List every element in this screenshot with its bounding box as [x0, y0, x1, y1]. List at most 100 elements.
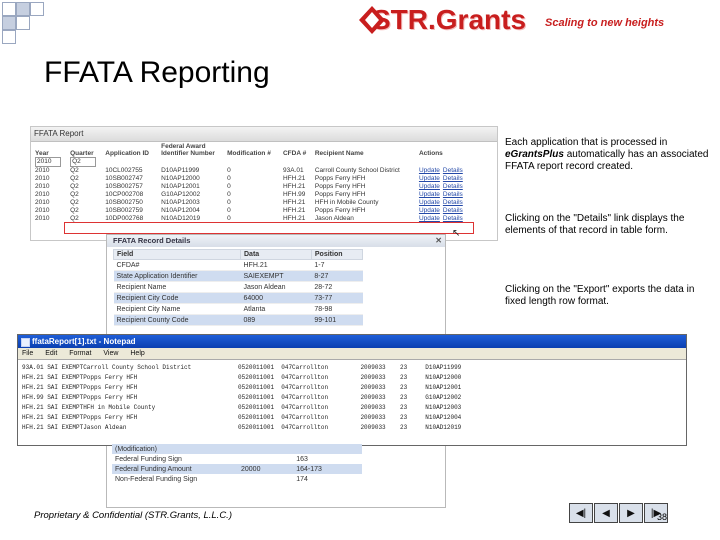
table-cell: 10SB002747 [105, 175, 143, 182]
menu-help[interactable]: Help [130, 350, 144, 357]
year-filter-select[interactable]: 2010 [35, 157, 61, 167]
actions-cell: Update Details [417, 167, 473, 175]
table-cell: HFH.21 [282, 183, 306, 190]
table-cell: Federal Funding Amount [112, 464, 238, 474]
table-cell: Atlanta [240, 303, 312, 315]
table-row: Recipient County Code 089 99-101 [113, 314, 363, 326]
description-details-link: Clicking on the "Details" link displays … [505, 213, 685, 236]
logo-text: STR.Grants [372, 4, 527, 35]
first-slide-icon[interactable]: ◀| [569, 503, 593, 523]
table-row: 2010 Q2 10SB002757 N10AP12001 0 HFH.21 Popps F… [33, 183, 473, 191]
menu-view[interactable]: View [103, 350, 118, 357]
table-cell: 10SB002759 [105, 207, 143, 214]
table-cell: 64000 [240, 292, 312, 304]
table-cell: 99-101 [311, 314, 363, 326]
mouse-cursor-icon: ↖ [452, 228, 461, 239]
update-link[interactable]: Update [419, 215, 440, 222]
table-row: 2010 Q2 10SB002759 N10AP12004 0 HFH.21 Popps F… [33, 207, 473, 215]
table-cell: HFH.21 [282, 207, 306, 214]
page-number: 38 [657, 512, 668, 522]
table-cell: 0 [227, 183, 231, 190]
table-row: Recipient City Code 64000 73-77 [113, 292, 363, 304]
col-recipient-name: Recipient Name [314, 150, 364, 157]
table-cell: Recipient County Code [113, 314, 241, 326]
notepad-line: 93A.01 SAI EXEMPTCarroll County School D… [22, 364, 462, 371]
notepad-window: ffataReport[1].txt - Notepad File Edit F… [17, 334, 687, 446]
previous-slide-icon[interactable]: ◀ [594, 503, 618, 523]
desc-text: Each application that is processed in [505, 137, 668, 148]
col-actions: Actions [418, 150, 443, 157]
table-cell: 78-98 [311, 303, 363, 315]
table-row: Recipient City Name Atlanta 78-98 [113, 303, 363, 315]
details-link[interactable]: Details [443, 207, 463, 214]
actions-cell: Update Details [417, 199, 473, 207]
table-cell: 089 [240, 314, 312, 326]
table-cell: D10AP11999 [161, 167, 200, 174]
description-auto-record: Each application that is processed in eG… [505, 137, 715, 173]
report-table: Year Quarter Application ID Federal Awar… [33, 143, 473, 223]
table-cell: 2010 [35, 191, 50, 198]
col-award-id: Federal Award Identifier Number [161, 143, 215, 157]
close-icon[interactable]: ✕ [435, 235, 442, 247]
col-quarter: Quarter [70, 150, 94, 157]
table-cell: 8-27 [311, 270, 363, 282]
notepad-line: HFH.99 SAI EXEMPTPopps Ferry HFH 0520011… [22, 394, 462, 401]
update-link[interactable]: Update [419, 207, 440, 214]
decor-square [16, 2, 30, 16]
col-application-id: Application ID [105, 150, 149, 157]
table-row: 2010 Q2 10CP002708 G10AP12002 0 HFH.99 Popps F… [33, 191, 473, 199]
update-link[interactable]: Update [419, 167, 440, 174]
col-data: Data [240, 249, 312, 260]
ffata-report-window: FFATA Report Year Quarter Application ID… [30, 126, 498, 241]
table-cell: HFH.21 [240, 259, 312, 271]
details-link[interactable]: Details [443, 199, 463, 206]
next-slide-icon[interactable]: ▶ [619, 503, 643, 523]
table-cell: G10AP12002 [161, 191, 201, 198]
details-window-title: FFATA Record Details ✕ [107, 235, 445, 247]
table-cell: Recipient City Name [113, 303, 241, 315]
details-link[interactable]: Details [443, 215, 463, 222]
update-link[interactable]: Update [419, 175, 440, 182]
table-cell: 2010 [35, 183, 50, 190]
table-cell: 2010 [35, 199, 50, 206]
update-link[interactable]: Update [419, 199, 440, 206]
update-link[interactable]: Update [419, 191, 440, 198]
table-cell: HFH.21 [282, 175, 306, 182]
col-field: Field [113, 249, 241, 260]
details-link[interactable]: Details [443, 183, 463, 190]
actions-cell: Update Details [417, 175, 473, 183]
update-link[interactable]: Update [419, 183, 440, 190]
details-link[interactable]: Details [443, 175, 463, 182]
table-cell [238, 454, 293, 464]
description-export: Clicking on the "Export" exports the dat… [505, 284, 695, 307]
actions-cell: Update Details [417, 183, 473, 191]
table-cell: Popps Ferry HFH [314, 191, 366, 198]
details-table: Field Data Position CFDA# HFH.21 1-7 State … [113, 249, 364, 326]
notepad-text-area[interactable]: 93A.01 SAI EXEMPTCarroll County School D… [18, 360, 686, 436]
table-cell: Q2 [70, 175, 79, 182]
col-year: Year [35, 150, 49, 157]
details-link[interactable]: Details [443, 167, 463, 174]
table-cell: Q2 [70, 167, 79, 174]
actions-cell: Update Details [417, 207, 473, 215]
menu-format[interactable]: Format [69, 350, 91, 357]
table-row: CFDA# HFH.21 1-7 [113, 259, 363, 271]
menu-edit[interactable]: Edit [45, 350, 57, 357]
brand-plus: Plus [542, 149, 564, 160]
actions-cell: Update Details [417, 191, 473, 199]
details-link[interactable]: Details [443, 191, 463, 198]
table-cell: 2010 [35, 207, 50, 214]
notepad-line: HFH.21 SAI EXEMPTHFH in Mobile County 05… [22, 404, 462, 411]
table-cell: 164-173 [293, 464, 362, 474]
decor-square [2, 30, 16, 44]
notepad-menubar: File Edit Format View Help [18, 348, 686, 360]
table-cell: CFDA# [113, 259, 241, 271]
menu-file[interactable]: File [22, 350, 33, 357]
decor-square [16, 16, 30, 30]
table-cell: 2010 [35, 175, 50, 182]
table-cell: N10AP12000 [161, 175, 200, 182]
quarter-filter-select[interactable]: Q2 [70, 157, 97, 167]
selected-row-highlight [64, 222, 474, 234]
table-row: Recipient Name Jason Aldean 28-72 [113, 281, 363, 293]
table-cell: Popps Ferry HFH [314, 207, 366, 214]
